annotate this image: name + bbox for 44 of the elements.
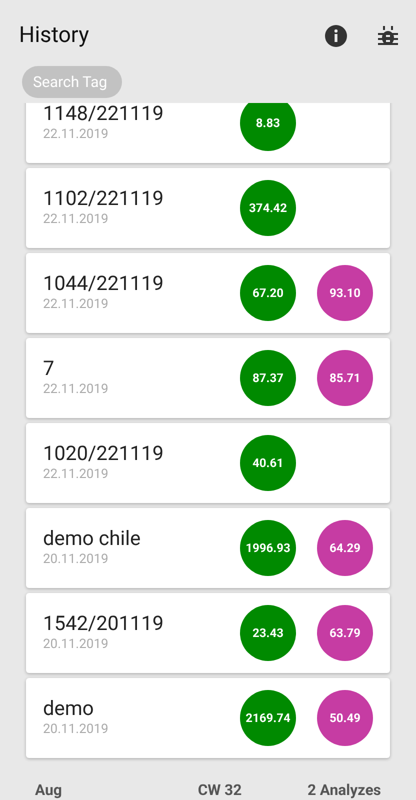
value-badge: 64.29 [317,520,373,576]
value-badge: 93.10 [317,265,373,321]
date-label: 22.11.2019 [43,466,110,484]
history-card[interactable]: 1102/221119 22.11.2019 374.42 [26,168,390,248]
value-badge: 63.79 [317,605,373,661]
date-label: 22.11.2019 [43,381,110,400]
page-title: History [19,22,89,50]
date-label: 20.11.2019 [43,636,110,654]
count-label: 2 Analyzes [308,780,381,800]
value-badge: 2169.74 [240,690,296,746]
tag-label: 7 [43,356,56,380]
value-badge: 1996.93 [240,520,296,576]
value-badge: 67.20 [240,265,296,321]
tag-label: 1044/221119 [43,271,165,296]
date-label: 22.11.2019 [43,296,110,314]
tag-label: demo [43,696,95,720]
value-badge: 374.42 [240,180,296,236]
date-label: 20.11.2019 [43,551,110,570]
tag-label: 1102/221119 [43,186,165,210]
history-card[interactable]: 1542/201119 20.11.2019 23.43 63.79 [26,593,390,673]
value-badge: 8.83 [240,103,296,151]
history-card[interactable]: 1020/221119 22.11.2019 40.61 [26,423,390,503]
date-label: 22.11.2019 [43,211,110,230]
date-label: 22.11.2019 [43,126,110,144]
history-card[interactable]: demo chile 20.11.2019 1996.93 64.29 [26,508,390,588]
tag-label: 1020/221119 [43,441,165,466]
history-card[interactable]: 1044/221119 22.11.2019 67.20 93.10 [26,253,390,333]
bug-icon[interactable] [378,24,398,46]
value-badge: 23.43 [240,605,296,661]
tag-label: 1542/201119 [43,611,165,636]
value-badge: 87.37 [240,350,296,406]
value-badge: 40.61 [240,435,296,491]
month-label: Aug [35,780,62,800]
value-badge: 50.49 [317,690,373,746]
history-card[interactable]: 7 22.11.2019 87.37 85.71 [26,338,390,418]
search-field[interactable]: Search Tag [22,66,122,98]
value-badge: 85.71 [317,350,373,406]
tag-label: 1148/221119 [43,103,165,126]
history-card[interactable]: demo 20.11.2019 2169.74 50.49 [26,678,390,758]
tag-label: demo chile [43,526,142,550]
date-label: 20.11.2019 [43,721,110,740]
history-card[interactable]: 1148/221119 22.11.2019 8.83 [26,103,390,163]
week-label: CW 32 [198,780,242,800]
info-icon[interactable] [324,24,348,48]
